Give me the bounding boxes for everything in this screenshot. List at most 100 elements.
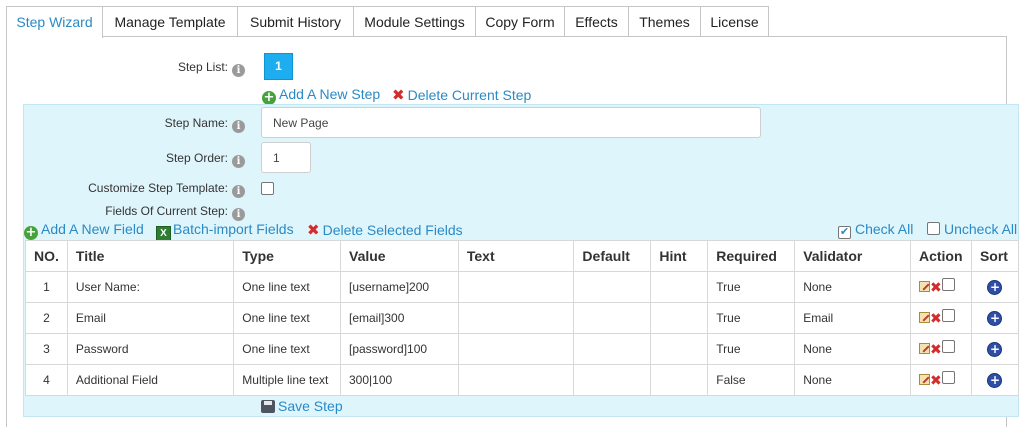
add-field-link[interactable]: + Add A New Field [24, 221, 144, 240]
delete-icon[interactable]: ✖ [930, 311, 942, 327]
cell-hint [650, 364, 709, 396]
delete-selected-link[interactable]: ✖ Delete Selected Fields [307, 221, 463, 239]
panel-left-border [6, 36, 7, 427]
info-icon[interactable]: i [232, 155, 245, 168]
tab-manage-template[interactable]: Manage Template [102, 6, 238, 37]
step-button-1[interactable]: 1 [264, 53, 293, 80]
row-checkbox[interactable] [941, 309, 955, 322]
cell-validator: None [794, 364, 911, 396]
cell-action: ✖ [909, 302, 972, 334]
cell-sort: + [970, 271, 1019, 303]
column-header: NO. [25, 240, 68, 272]
step-name-label-row: Step Name: i [100, 116, 245, 133]
cell-title: Email [66, 302, 235, 334]
row-checkbox[interactable] [941, 278, 955, 291]
sort-plus-icon[interactable]: + [987, 372, 1003, 388]
add-circle-icon: + [24, 225, 38, 240]
delete-step-link[interactable]: ✖ Delete Current Step [392, 86, 531, 104]
tab-baseline [102, 36, 1007, 37]
table-row: 4 Additional Field Multiple line text 30… [25, 364, 1019, 396]
tab-copy-form[interactable]: Copy Form [475, 6, 565, 37]
sort-plus-icon[interactable]: + [987, 310, 1003, 326]
customize-template-checkbox[interactable] [261, 182, 274, 195]
column-header: Required [707, 240, 796, 272]
add-circle-icon: + [262, 90, 276, 105]
edit-icon[interactable] [918, 281, 930, 292]
sort-plus-icon[interactable]: + [987, 279, 1003, 295]
add-field-label: Add A New Field [41, 221, 144, 237]
row-checkbox[interactable] [941, 340, 955, 353]
column-header: Hint [650, 240, 709, 272]
tab-themes[interactable]: Themes [628, 6, 701, 37]
floppy-disk-icon [261, 400, 275, 413]
tab-step-wizard[interactable]: Step Wizard [6, 6, 103, 38]
cell-sort: + [970, 333, 1019, 365]
edit-icon[interactable] [918, 343, 930, 354]
cell-title: Password [66, 333, 235, 365]
tab-effects[interactable]: Effects [564, 6, 629, 37]
save-step-link[interactable]: Save Step [261, 398, 343, 414]
red-x-icon: ✖ [307, 221, 320, 239]
step-name-input[interactable]: New Page [261, 107, 761, 138]
table-header-row: NO. Title Type Value Text Default Hint R… [25, 240, 1019, 272]
cell-action: ✖ [909, 271, 972, 303]
tab-submit-history[interactable]: Submit History [237, 6, 354, 37]
info-icon[interactable]: i [232, 185, 245, 198]
cell-hint [650, 271, 709, 303]
cell-required: True [707, 302, 796, 334]
cell-action: ✖ [909, 333, 972, 365]
fields-current-step-label: Fields Of Current Step: [105, 204, 228, 218]
info-icon[interactable]: i [232, 120, 245, 133]
step-list-label: Step List: [177, 60, 228, 74]
cell-no: 3 [25, 333, 68, 365]
check-all-label: Check All [855, 221, 914, 237]
column-header: Text [457, 240, 575, 272]
add-step-link[interactable]: + Add A New Step [262, 86, 380, 105]
sort-plus-icon[interactable]: + [987, 341, 1003, 357]
red-x-icon: ✖ [392, 86, 405, 104]
edit-icon[interactable] [918, 312, 930, 323]
batch-import-link[interactable]: X Batch-import Fields [156, 221, 294, 241]
cell-title: User Name: [66, 271, 235, 303]
step-name-label: Step Name: [164, 116, 228, 130]
cell-value: [email]300 [340, 302, 459, 334]
checked-checkbox-icon: ✔ [838, 226, 851, 239]
check-all-link[interactable]: ✔ Check All [838, 221, 914, 239]
cell-no: 1 [25, 271, 68, 303]
cell-value: [username]200 [340, 271, 459, 303]
tab-license[interactable]: License [700, 6, 769, 37]
info-icon[interactable]: i [232, 64, 245, 77]
delete-step-label: Delete Current Step [407, 87, 532, 103]
info-icon[interactable]: i [232, 208, 245, 221]
delete-icon[interactable]: ✖ [930, 342, 942, 358]
uncheck-all-link[interactable]: Uncheck All [927, 221, 1017, 237]
tab-bar: Step Wizard Manage Template Submit Histo… [6, 6, 1007, 38]
cell-default [573, 364, 652, 396]
delete-selected-label: Delete Selected Fields [322, 222, 463, 238]
cell-required: True [707, 333, 796, 365]
tab-module-settings[interactable]: Module Settings [353, 6, 476, 37]
delete-icon[interactable]: ✖ [930, 373, 942, 389]
cell-no: 4 [25, 364, 68, 396]
row-checkbox[interactable] [941, 371, 955, 384]
column-header: Validator [794, 240, 911, 272]
column-header: Type [233, 240, 341, 272]
unchecked-checkbox-icon [927, 222, 940, 235]
table-row: 1 User Name: One line text [username]200… [25, 271, 1019, 303]
column-header: Default [573, 240, 652, 272]
delete-icon[interactable]: ✖ [930, 280, 942, 296]
cell-text [457, 302, 575, 334]
edit-icon[interactable] [918, 374, 930, 385]
cell-default [573, 302, 652, 334]
column-header: Action [909, 240, 972, 272]
step-list-label-row: Step List: i [100, 60, 245, 77]
excel-icon: X [156, 226, 171, 241]
step-order-input[interactable]: 1 [261, 142, 311, 173]
cell-action: ✖ [909, 364, 972, 396]
cell-title: Additional Field [66, 364, 235, 396]
batch-import-label: Batch-import Fields [173, 221, 294, 237]
column-header: Value [340, 240, 459, 272]
cell-type: Multiple line text [233, 364, 341, 396]
cell-required: False [707, 364, 796, 396]
table-row: 3 Password One line text [password]100 T… [25, 333, 1019, 365]
